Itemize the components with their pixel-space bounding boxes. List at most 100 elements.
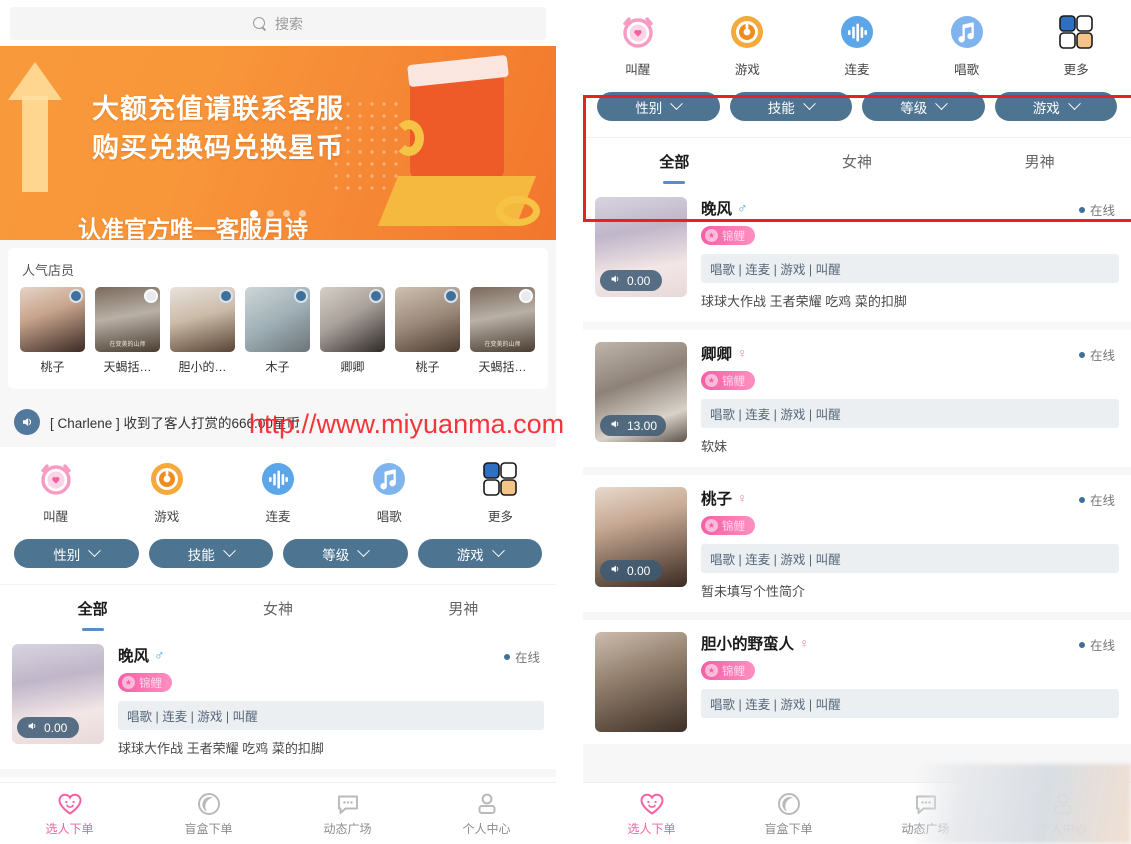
- category-item-grid-more[interactable]: 更多: [445, 459, 556, 525]
- category-label: 唱歌: [376, 510, 402, 524]
- popular-staff-item[interactable]: 在变美的山师 天蝎括…: [470, 287, 535, 375]
- category-label: 叫醒: [625, 63, 651, 77]
- banner-dot-1[interactable]: [250, 210, 258, 218]
- status-label: 在线: [1089, 349, 1115, 363]
- nav-label: 个人中心: [1038, 821, 1087, 836]
- banner-dot-4[interactable]: [299, 210, 306, 217]
- tab-全部[interactable]: 全部: [0, 598, 185, 619]
- chevron-down-icon: [222, 544, 236, 558]
- filter-label: 等级: [322, 547, 350, 563]
- avatar[interactable]: [20, 287, 85, 352]
- category-item-alarm-clock[interactable]: 叫醒: [583, 12, 693, 78]
- search-icon: [253, 16, 267, 31]
- filter-pill-row-right[interactable]: 性别 技能 等级 游戏: [583, 86, 1131, 137]
- vip-tag: ★ 锦鲤: [118, 673, 172, 692]
- nav-item-chat-dots[interactable]: 动态广场: [857, 791, 994, 837]
- category-item-game-target[interactable]: 游戏: [111, 459, 222, 525]
- category-item-grid-more[interactable]: 更多: [1021, 12, 1131, 78]
- user-info: 晚风 ♂ 在线 ★ 锦鲤 唱歌 | 连麦 | 游戏 | 叫醒 球球大作战 王者荣…: [104, 644, 544, 757]
- popular-staff-card: 人气店员 桃子 在变美的山师 天蝎括… 胆小的… 木子 卿卿 桃子 在变美的山师…: [8, 248, 548, 389]
- filter-pill-技能[interactable]: 技能: [148, 539, 273, 568]
- category-item-game-target[interactable]: 游戏: [693, 12, 803, 78]
- user-card[interactable]: 0.00 晚风 ♂ 在线 ★ 锦鲤 唱歌 | 连麦 | 游戏 | 叫醒 球球大作…: [0, 632, 556, 769]
- popular-staff-item[interactable]: 木子: [245, 287, 310, 375]
- search-input[interactable]: 搜索: [10, 7, 546, 40]
- user-avatar[interactable]: 0.00: [595, 487, 687, 587]
- vip-tag-label: 锦鲤: [722, 665, 745, 678]
- filter-pill-技能[interactable]: 技能: [729, 92, 852, 121]
- game-target-icon: [727, 12, 767, 52]
- category-shortcuts[interactable]: 叫醒 游戏 连麦 唱歌 更多: [0, 447, 556, 533]
- category-item-music-note[interactable]: 唱歌: [334, 459, 445, 525]
- staff-name: 木子: [265, 360, 290, 374]
- category-item-alarm-clock[interactable]: 叫醒: [0, 459, 111, 525]
- category-label: 更多: [487, 510, 513, 524]
- gender-tab-bar-right[interactable]: 全部 女神 男神: [583, 137, 1131, 185]
- nav-item-moon[interactable]: 盲盒下单: [139, 791, 278, 837]
- user-avatar[interactable]: [595, 632, 687, 732]
- bottom-navigation[interactable]: 选人下单 盲盒下单 动态广场 个人中心: [0, 782, 556, 844]
- popular-staff-item[interactable]: 桃子: [395, 287, 460, 375]
- vip-tag-label: 锦鲤: [722, 520, 745, 533]
- nav-item-heart-face[interactable]: 选人下单: [0, 791, 139, 837]
- user-avatar[interactable]: 13.00: [595, 342, 687, 442]
- category-shortcuts-right[interactable]: 叫醒 游戏 连麦 唱歌 更多: [583, 0, 1131, 86]
- category-item-music-note[interactable]: 唱歌: [912, 12, 1022, 78]
- tab-全部[interactable]: 全部: [583, 151, 766, 172]
- tab-男神[interactable]: 男神: [948, 151, 1131, 172]
- announcement-bar[interactable]: [ Charlene ] 收到了客人打赏的666.00星币: [0, 397, 556, 447]
- avatar[interactable]: [395, 287, 460, 352]
- filter-pill-游戏[interactable]: 游戏: [994, 92, 1117, 121]
- price-badge: 0.00: [600, 560, 662, 581]
- filter-pill-游戏[interactable]: 游戏: [417, 539, 542, 568]
- banner-pagination-dots[interactable]: [0, 210, 556, 218]
- promo-banner[interactable]: 大额充值请联系客服 购买兑换码兑换星币 认准官方唯一客服月诗: [0, 46, 556, 240]
- banner-dot-3[interactable]: [283, 210, 290, 217]
- gender-tab-bar[interactable]: 全部 女神 男神: [0, 584, 556, 632]
- filter-pill-性别[interactable]: 性别: [14, 539, 139, 568]
- user-card[interactable]: 0.00 晚风 ♂ 在线 ★ 锦鲤 唱歌 | 连麦 | 游戏 | 叫醒 球球大作…: [583, 185, 1131, 322]
- user-card[interactable]: 13.00 卿卿 ♀ 在线 ★ 锦鲤 唱歌 | 连麦 | 游戏 | 叫醒 软妹: [583, 330, 1131, 467]
- nav-item-person[interactable]: 个人中心: [994, 791, 1131, 837]
- nav-item-chat-dots[interactable]: 动态广场: [278, 791, 417, 837]
- speaker-small-icon: [609, 418, 621, 433]
- nav-item-moon[interactable]: 盲盒下单: [720, 791, 857, 837]
- avatar[interactable]: 在变美的山师: [95, 287, 160, 352]
- category-label: 游戏: [734, 63, 760, 77]
- bottom-navigation-right[interactable]: 选人下单 盲盒下单 动态广场 个人中心: [583, 782, 1131, 844]
- nav-item-heart-face[interactable]: 选人下单: [583, 791, 720, 837]
- avatar[interactable]: [170, 287, 235, 352]
- popular-staff-list[interactable]: 桃子 在变美的山师 天蝎括… 胆小的… 木子 卿卿 桃子 在变美的山师 天蝎括…: [8, 285, 548, 389]
- vip-tag: ★ 锦鲤: [701, 516, 755, 535]
- user-card[interactable]: 胆小的野蛮人 ♀ 在线 ★ 锦鲤 唱歌 | 连麦 | 游戏 | 叫醒: [583, 620, 1131, 744]
- avatar[interactable]: [245, 287, 310, 352]
- popular-staff-item[interactable]: 在变美的山师 天蝎括…: [95, 287, 160, 375]
- skill-tags: 唱歌 | 连麦 | 游戏 | 叫醒: [701, 399, 1119, 428]
- nav-item-person[interactable]: 个人中心: [417, 791, 556, 837]
- user-avatar[interactable]: 0.00: [595, 197, 687, 297]
- category-item-voice-wave[interactable]: 连麦: [802, 12, 912, 78]
- tab-女神[interactable]: 女神: [766, 151, 949, 172]
- filter-pill-性别[interactable]: 性别: [597, 92, 720, 121]
- filter-pill-等级[interactable]: 等级: [283, 539, 408, 568]
- filter-pill-row[interactable]: 性别 技能 等级 游戏: [0, 533, 556, 584]
- chat-dots-icon: [857, 791, 994, 817]
- banner-dot-2[interactable]: [267, 210, 274, 217]
- user-avatar[interactable]: 0.00: [12, 644, 104, 744]
- gender-female-icon: ♀: [799, 635, 810, 651]
- tab-女神[interactable]: 女神: [185, 598, 370, 619]
- music-note-icon: [369, 459, 409, 499]
- tab-男神[interactable]: 男神: [371, 598, 556, 619]
- filter-pill-等级[interactable]: 等级: [862, 92, 985, 121]
- avatar[interactable]: [320, 287, 385, 352]
- search-bar: 搜索: [0, 0, 556, 46]
- popular-staff-item[interactable]: 胆小的…: [170, 287, 235, 375]
- popular-staff-item[interactable]: 卿卿: [320, 287, 385, 375]
- avatar[interactable]: 在变美的山师: [470, 287, 535, 352]
- popular-staff-item[interactable]: 桃子: [20, 287, 85, 375]
- user-card[interactable]: 0.00 桃子 ♀ 在线 ★ 锦鲤 唱歌 | 连麦 | 游戏 | 叫醒 暂未填写…: [583, 475, 1131, 612]
- chevron-down-icon: [670, 97, 684, 111]
- user-list-right[interactable]: 0.00 晚风 ♂ 在线 ★ 锦鲤 唱歌 | 连麦 | 游戏 | 叫醒 球球大作…: [583, 185, 1131, 744]
- category-item-voice-wave[interactable]: 连麦: [222, 459, 333, 525]
- speaker-small-icon: [609, 273, 621, 288]
